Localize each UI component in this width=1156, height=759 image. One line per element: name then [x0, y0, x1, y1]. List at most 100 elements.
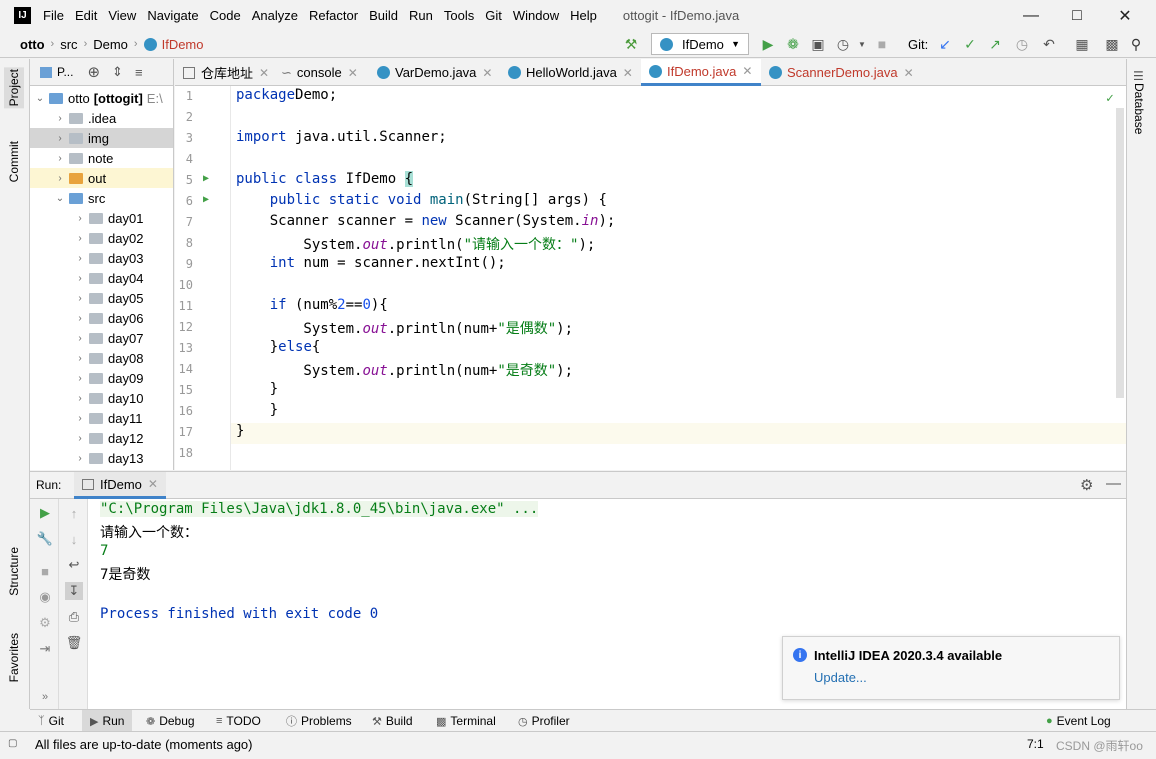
menu-code[interactable]: Code — [210, 8, 241, 23]
status-toggle-icon[interactable]: ▢ — [8, 738, 17, 749]
menu-analyze[interactable]: Analyze — [252, 8, 298, 23]
arrow-down-icon[interactable]: ↓ — [65, 530, 83, 548]
tree-root-otto[interactable]: ⌄ otto [ottogit] E:\ — [34, 88, 173, 108]
tree-item[interactable]: ⌄ src — [30, 188, 173, 208]
menu-edit[interactable]: Edit — [75, 8, 97, 23]
structure-tool-tab[interactable]: Structure — [4, 545, 24, 598]
tree-item[interactable]: › day13 — [30, 448, 173, 468]
tree-item[interactable]: › day05 — [30, 288, 173, 308]
database-tool-tab[interactable]: Database — [1132, 83, 1146, 134]
tab-ifdemo[interactable]: IfDemo.java ✕ — [641, 59, 761, 86]
tree-item[interactable]: › out — [30, 168, 173, 188]
project-tool-tab[interactable]: Project — [4, 67, 24, 109]
tool-problems[interactable]: ⓘ Problems — [286, 710, 352, 732]
chevron-right-icon[interactable]: › — [54, 113, 66, 124]
chevron-right-icon[interactable]: › — [74, 393, 86, 404]
tab-repo-address[interactable]: 仓库地址 ✕ — [183, 59, 269, 86]
expand-all-icon[interactable]: ⇕ — [112, 64, 123, 80]
project-structure-icon[interactable]: ▦ — [1073, 35, 1091, 53]
tool-event-log[interactable]: ● Event Log — [1046, 710, 1111, 732]
profile-icon[interactable]: ◷ — [834, 35, 852, 53]
tab-scannerdemo[interactable]: ScannerDemo.java ✕ — [769, 59, 914, 86]
scroll-to-end-icon[interactable]: ↧ — [65, 582, 83, 600]
favorites-tool-tab[interactable]: Favorites — [4, 631, 24, 684]
menu-navigate[interactable]: Navigate — [147, 8, 198, 23]
close-icon[interactable]: ✕ — [482, 66, 492, 80]
presentation-icon[interactable]: ▩ — [1103, 35, 1121, 53]
coverage-icon[interactable]: ▣ — [809, 35, 827, 53]
rollback-icon[interactable]: ↶ — [1040, 35, 1058, 53]
rerun-icon[interactable]: ▶ — [36, 504, 54, 522]
tool-todo[interactable]: ≡ TODO — [216, 710, 261, 732]
close-icon[interactable]: ✕ — [904, 66, 914, 80]
chevron-right-icon[interactable]: › — [74, 433, 86, 444]
chevron-right-icon[interactable]: › — [74, 253, 86, 264]
tool-terminal[interactable]: ▩ Terminal — [436, 710, 496, 732]
chevron-right-icon[interactable]: › — [74, 453, 86, 464]
debug-icon[interactable]: ❁ — [784, 35, 802, 53]
chevron-right-icon[interactable]: › — [54, 153, 66, 164]
editor-scrollbar[interactable] — [1116, 108, 1124, 398]
menu-view[interactable]: View — [108, 8, 136, 23]
chevron-right-icon[interactable]: › — [74, 273, 86, 284]
tab-helloworld[interactable]: HelloWorld.java ✕ — [508, 59, 633, 86]
build-hammer-icon[interactable]: ⚒ — [622, 35, 640, 53]
run-gutter-icon[interactable]: ▶ — [203, 194, 209, 205]
tool-profiler[interactable]: ◷ Profiler — [518, 710, 570, 732]
chevron-right-icon[interactable]: › — [74, 293, 86, 304]
tree-item[interactable]: › note — [30, 148, 173, 168]
tree-item[interactable]: › day02 — [30, 228, 173, 248]
tree-item[interactable]: › day08 — [30, 348, 173, 368]
chevron-right-icon[interactable]: › — [74, 313, 86, 324]
code-editor[interactable]: 1 2 3 4 5 6 7 8 9 10 11 12 13 14 15 16 17 18 ▶ ▶ ✓ packag… — [175, 86, 1126, 470]
tree-item[interactable]: › day12 — [30, 428, 173, 448]
tree-item[interactable]: › day10 — [30, 388, 173, 408]
run-icon[interactable]: ▶ — [759, 35, 777, 53]
chevron-down-icon[interactable]: ▼ — [853, 35, 871, 53]
close-icon[interactable]: ✕ — [623, 66, 633, 80]
tree-item[interactable]: › day04 — [30, 268, 173, 288]
history-icon[interactable]: ◷ — [1013, 35, 1031, 53]
soft-wrap-icon[interactable]: ↩ — [65, 556, 83, 574]
print-icon[interactable]: ⎙ — [65, 608, 83, 626]
more-icon[interactable]: » — [36, 688, 54, 706]
breadcrumb-package[interactable]: Demo — [93, 37, 128, 52]
tree-item[interactable]: › day06 — [30, 308, 173, 328]
tool-debug[interactable]: ❁ Debug — [146, 710, 195, 732]
stop-icon[interactable]: ■ — [36, 562, 54, 580]
tree-item[interactable]: › img — [30, 128, 173, 148]
gear-icon[interactable]: ⚙ — [1080, 476, 1093, 494]
tab-vardemo[interactable]: VarDemo.java ✕ — [377, 59, 492, 86]
wrench-icon[interactable]: 🔧 — [36, 530, 54, 548]
tree-item[interactable]: › day01 — [30, 208, 173, 228]
menu-run[interactable]: Run — [409, 8, 433, 23]
menu-window[interactable]: Window — [513, 8, 559, 23]
caret-position[interactable]: 7:1 — [1027, 737, 1044, 751]
locate-icon[interactable]: ⊕ — [87, 63, 100, 81]
close-icon[interactable]: ✕ — [259, 66, 269, 80]
menu-file[interactable]: File — [43, 8, 64, 23]
arrow-up-icon[interactable]: ↑ — [65, 504, 83, 522]
search-icon[interactable]: ⚲ — [1127, 35, 1145, 53]
git-update-icon[interactable]: ↙ — [936, 35, 954, 53]
close-icon[interactable]: ✕ — [348, 66, 358, 80]
git-push-icon[interactable]: ↗ — [986, 35, 1004, 53]
tree-item[interactable]: › day09 — [30, 368, 173, 388]
tree-item[interactable]: › day03 — [30, 248, 173, 268]
settings-icon[interactable]: ⚙ — [36, 614, 54, 632]
close-icon[interactable]: ✕ — [1102, 0, 1148, 31]
tool-git[interactable]: ᛉ Git — [38, 710, 64, 732]
chevron-right-icon[interactable]: › — [74, 333, 86, 344]
chevron-right-icon[interactable]: › — [54, 133, 66, 144]
maximize-icon[interactable]: □ — [1054, 0, 1100, 31]
breadcrumb-project[interactable]: otto — [20, 37, 45, 52]
minimize-panel-icon[interactable]: — — [1106, 475, 1121, 492]
run-gutter-icon[interactable]: ▶ — [203, 173, 209, 184]
close-icon[interactable]: ✕ — [148, 477, 158, 491]
close-icon[interactable]: ✕ — [742, 64, 752, 78]
collapse-all-icon[interactable]: ≡ — [135, 65, 143, 80]
commit-tool-tab[interactable]: Commit — [4, 139, 24, 184]
chevron-right-icon[interactable]: › — [74, 353, 86, 364]
chevron-right-icon[interactable]: › — [74, 213, 86, 224]
camera-icon[interactable]: ◉ — [36, 588, 54, 606]
